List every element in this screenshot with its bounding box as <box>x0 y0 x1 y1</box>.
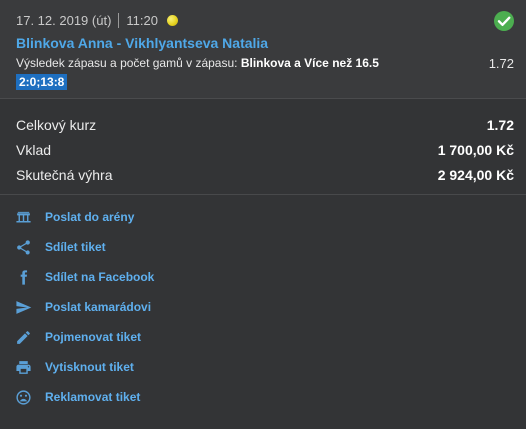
score-badge: 2:0;13:8 <box>16 74 68 90</box>
win-row: Skutečná výhra 2 924,00 Kč <box>16 167 514 187</box>
stake-value: 1 700,00 Kč <box>437 142 514 158</box>
print-icon <box>14 358 32 376</box>
share-facebook-link[interactable]: Sdílet na Facebook <box>14 265 154 289</box>
facebook-icon <box>14 268 32 286</box>
action-label: Sdílet tiket <box>45 240 106 254</box>
match-title-link[interactable]: Blinkova Anna - Vikhlyantseva Natalia <box>16 35 268 51</box>
selection-label: Blinkova a Více než 16.5 <box>240 56 379 70</box>
bet-meta: 17. 12. 2019 (út) 11:20 <box>16 13 178 28</box>
total-odds-label: Celkový kurz <box>16 117 97 133</box>
share-icon <box>14 238 32 256</box>
share-ticket-link[interactable]: Sdílet tiket <box>14 235 106 259</box>
total-odds-row: Celkový kurz 1.72 <box>16 117 514 137</box>
action-label: Pojmenovat tiket <box>45 330 142 344</box>
win-value: 2 924,00 Kč <box>437 167 514 183</box>
total-odds-value: 1.72 <box>486 117 514 133</box>
send-to-friend-link[interactable]: Poslat kamarádovi <box>14 295 151 319</box>
print-ticket-link[interactable]: Vytisknout tiket <box>14 355 134 379</box>
action-label: Poslat kamarádovi <box>45 300 152 314</box>
arena-icon <box>14 208 32 226</box>
send-icon <box>14 298 32 316</box>
action-label: Vytisknout tiket <box>45 360 134 374</box>
win-check-icon <box>494 11 514 31</box>
bet-date: 17. 12. 2019 (út) <box>16 13 112 28</box>
meta-divider <box>118 13 120 28</box>
ticket-summary: Celkový kurz 1.72 Vklad 1 700,00 Kč Skut… <box>0 100 526 195</box>
bet-time: 11:20 <box>126 13 158 28</box>
action-label: Reklamovat tiket <box>45 390 141 404</box>
rename-ticket-link[interactable]: Pojmenovat tiket <box>14 325 141 349</box>
market-label: Výsledek zápasu a počet gamů v zápasu: <box>16 56 241 70</box>
action-label: Poslat do arény <box>45 210 135 224</box>
bet-item: 17. 12. 2019 (út) 11:20 Blinkova Anna - … <box>0 0 526 99</box>
tennis-ball-icon <box>166 15 178 26</box>
stake-row: Vklad 1 700,00 Kč <box>16 142 514 162</box>
send-to-arena-link[interactable]: Poslat do arény <box>14 205 134 229</box>
action-label: Sdílet na Facebook <box>45 270 155 284</box>
bet-odd: 1.72 <box>488 56 514 71</box>
bet-description: Výsledek zápasu a počet gamů v zápasu: B… <box>16 56 379 70</box>
complain-ticket-link[interactable]: Reklamovat tiket <box>14 385 140 409</box>
stake-label: Vklad <box>16 142 52 158</box>
win-label: Skutečná výhra <box>16 167 113 183</box>
sad-face-icon <box>14 388 32 406</box>
pencil-icon <box>14 328 32 346</box>
